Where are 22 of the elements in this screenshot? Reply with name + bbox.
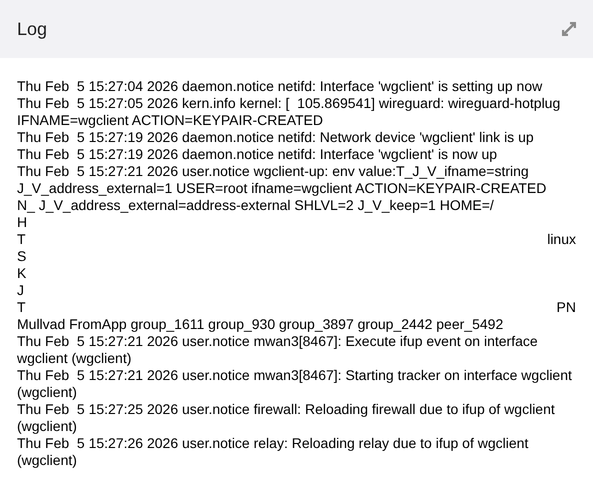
- log-line: J: [17, 282, 24, 299]
- log-line-fragment: linux: [547, 231, 576, 248]
- log-entry: Thu Feb 5 15:27:25 2026 user.notice firewall: Reloading firewall due to ifup of wgclient (wgclient): [17, 401, 556, 435]
- log-entry: Thu Feb 5 15:27:04 2026 daemon.notice netifd: Interface 'wgclient' is setting up now: [17, 78, 544, 95]
- expand-icon[interactable]: [562, 22, 576, 36]
- log-entry: Thu Feb 5 15:27:19 2026 daemon.notice netifd: Interface 'wgclient' is now up: [17, 146, 498, 163]
- log-line: Thu Feb 5 15:27:21 2026 user.notice wgclient-up: env value:T_J_V_ifname=string: [17, 163, 529, 180]
- log-line: N_ J_V_address_external=address-external SHLVL=2 J_V_keep=1 HOME=/: [17, 197, 494, 214]
- log-entry: Thu Feb 5 15:27:05 2026 kern.info kernel: [ 105.869541] wireguard: wireguard-hotplug IFNAME=wgclient ACTION=KEYPAIR-CREATED: [17, 95, 562, 129]
- log-entry: Thu Feb 5 15:27:26 2026 user.notice relay: Reloading relay due to ifup of wgclient (wgclient): [17, 435, 530, 469]
- log-line-fragment: PN: [556, 299, 576, 316]
- log-line: Mullvad FromApp group_1611 group_930 group_3897 group_2442 peer_5492: [17, 316, 504, 333]
- log-entry: Thu Feb 5 15:27:21 2026 user.notice mwan3[8467]: Starting tracker on interface wgclient (wgclient): [17, 367, 573, 401]
- log-entry: Thu Feb 5 15:27:21 2026 user.notice mwan3[8467]: Execute ifup event on interface wgclient (wgclient): [17, 333, 539, 367]
- log-line: H: [17, 214, 28, 231]
- log-line: K: [17, 265, 26, 282]
- log-line: T: [17, 299, 26, 316]
- log-entry: Thu Feb 5 15:27:19 2026 daemon.notice netifd: Network device 'wgclient' link is up: [17, 129, 535, 146]
- log-line: J_V_address_external=1 USER=root ifname=wgclient ACTION=KEYPAIR-CREATED: [17, 180, 546, 197]
- log-line: S: [17, 248, 26, 265]
- panel-title: Log: [17, 18, 48, 41]
- log-line: T: [17, 231, 26, 248]
